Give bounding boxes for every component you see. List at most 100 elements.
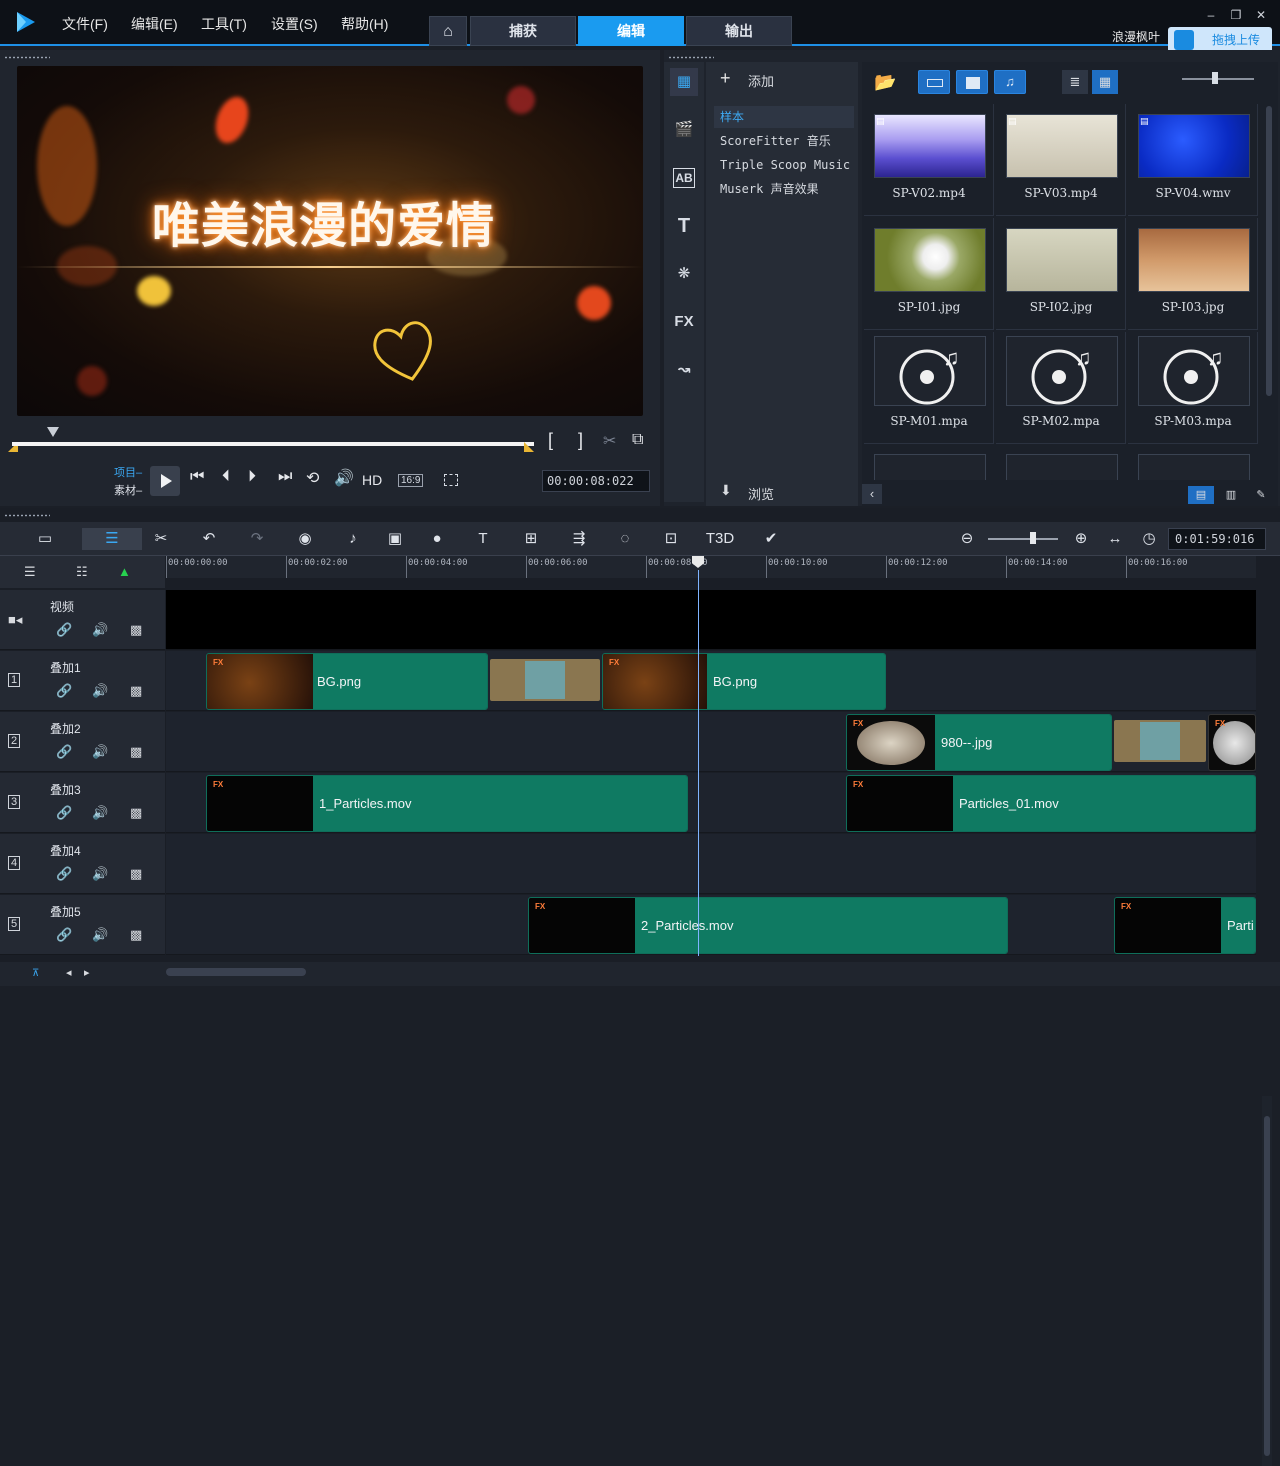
media-item[interactable]: ♫ SP-M03.mpa [1128, 332, 1258, 444]
media-item[interactable]: SP-I02.jpg [996, 218, 1126, 330]
go-start-icon[interactable]: ⏮ [190, 468, 204, 486]
play-button[interactable] [150, 466, 180, 496]
multi-camera-icon[interactable]: ✔ [758, 528, 784, 550]
speed-icon[interactable]: ⇶ [566, 528, 592, 550]
mark-in-button[interactable]: [ [548, 430, 553, 451]
hd-button[interactable]: HD [362, 472, 382, 488]
add-folder-button[interactable]: + 添加 [720, 68, 840, 92]
transition-clip[interactable] [490, 659, 600, 701]
category-item[interactable]: Triple Scoop Music [714, 154, 854, 176]
library-view-icon[interactable]: ▤ [1188, 486, 1214, 504]
restore-icon[interactable]: ❐ [1229, 8, 1243, 22]
track-header[interactable]: 1 叠加1 🔗 🔊 ▩ [0, 651, 165, 711]
media-item[interactable]: ▤ SP-V04.wmv [1128, 104, 1258, 216]
title-editor-icon[interactable]: T [470, 528, 496, 550]
clip[interactable]: FX BG.png [602, 653, 886, 710]
scrub-bar[interactable] [12, 442, 534, 446]
playhead-marker[interactable] [47, 427, 59, 437]
media-item[interactable]: SP-I03.jpg [1128, 218, 1258, 330]
media-item-partial[interactable] [1006, 454, 1118, 480]
media-item[interactable]: ♫ SP-M01.mpa [864, 332, 994, 444]
track-header[interactable]: 2 叠加2 🔗 🔊 ▩ [0, 712, 165, 772]
mute-icon[interactable]: 🔊 [92, 622, 108, 638]
zoom-in-icon[interactable]: ⊕ [1068, 528, 1094, 550]
category-item[interactable]: ScoreFitter 音乐 [714, 130, 854, 152]
scroll-left-icon[interactable]: ◂ [66, 966, 72, 979]
track-header[interactable]: 3 叠加3 🔗 🔊 ▩ [0, 773, 165, 833]
transition-icon[interactable]: AB [673, 168, 695, 188]
timecode-field[interactable]: 00:00:08:022 [542, 470, 650, 492]
next-frame-icon[interactable]: ⏵ [248, 468, 256, 486]
split-screen-icon[interactable]: ⊞ [518, 528, 544, 550]
pan-zoom-icon[interactable]: ⊡ [658, 528, 684, 550]
mute-icon[interactable]: 🔊 [92, 744, 108, 760]
grid-icon[interactable]: ▩ [130, 866, 142, 882]
timeline-view-icon[interactable]: ☰ [82, 528, 142, 550]
timeline-vertical-scrollbar[interactable] [1262, 1096, 1272, 1466]
list-view-icon[interactable]: ≣ [1062, 70, 1088, 94]
mute-icon[interactable]: 🔊 [92, 683, 108, 699]
minimize-icon[interactable]: – [1204, 8, 1218, 22]
clip[interactable]: FX BG.png [206, 653, 488, 710]
storyboard-view-icon[interactable]: ▭ [32, 528, 58, 550]
tab-output[interactable]: 输出 [686, 16, 792, 46]
show-video-button[interactable] [918, 70, 950, 94]
zoom-handle[interactable] [1030, 532, 1036, 544]
grid-icon[interactable]: ▩ [130, 744, 142, 760]
edit-panel-icon[interactable]: ✎ [1248, 486, 1274, 504]
go-end-icon[interactable]: ⏭ [278, 468, 292, 486]
motion-tracking-icon[interactable]: ▣ [382, 528, 408, 550]
media-item[interactable]: ♫ SP-M02.mpa [996, 332, 1126, 444]
track-lane[interactable]: FX 980--.jpg FX [166, 712, 1256, 772]
clip[interactable]: FX 980--.jpg [846, 714, 1112, 771]
undo-icon[interactable]: ↶ [196, 528, 222, 550]
category-item[interactable]: 样本 [714, 106, 854, 128]
user-name[interactable]: 浪漫枫叶 [1112, 28, 1160, 45]
mute-icon[interactable]: 🔊 [92, 805, 108, 821]
zoom-slider[interactable] [988, 538, 1058, 540]
thumb-size-slider[interactable] [1182, 78, 1254, 80]
mute-icon[interactable]: 🔊 [92, 866, 108, 882]
redo-icon[interactable]: ↷ [244, 528, 270, 550]
prev-frame-icon[interactable]: ⏴ [222, 468, 230, 486]
browse-button[interactable]: ⬇ 浏览 [720, 482, 840, 504]
link-icon[interactable]: 🔗 [56, 622, 72, 638]
fit-project-icon[interactable]: ↔ [1102, 528, 1128, 550]
graphics-icon[interactable]: ❋ [670, 260, 698, 288]
grid-view-icon[interactable]: ▦ [1092, 70, 1118, 94]
toolbox-icon[interactable]: ✂ [148, 528, 174, 550]
close-icon[interactable]: ✕ [1254, 8, 1268, 22]
track-header[interactable]: ■◂ 视频 🔗 🔊 ▩ [0, 590, 165, 650]
enlarge-icon[interactable]: ⧉ [632, 431, 643, 449]
scroll-mode-icon[interactable]: ⊼ [32, 968, 39, 979]
scroll-right-icon[interactable]: ▸ [84, 966, 90, 979]
grid-icon[interactable]: ▩ [130, 683, 142, 699]
media-item[interactable]: ▤ SP-V02.mp4 [864, 104, 994, 216]
panel-grip[interactable] [4, 514, 50, 517]
timeline-horizontal-scrollbar[interactable] [166, 968, 306, 976]
clip[interactable]: FX Parti [1114, 897, 1256, 954]
clip[interactable]: FX 2_Particles.mov [528, 897, 1008, 954]
tab-capture[interactable]: 捕获 [470, 16, 576, 46]
3d-title-icon[interactable]: T3D [704, 528, 736, 550]
media-item[interactable]: SP-I01.jpg [864, 218, 994, 330]
time-ruler[interactable]: 00:00:00:00 00:00:02:00 00:00:04:00 00:0… [166, 556, 1256, 578]
show-audio-button[interactable]: ♫ [994, 70, 1026, 94]
repeat-icon[interactable]: ⟲ [306, 468, 319, 488]
mute-icon[interactable]: 🔊 [92, 927, 108, 943]
grid-icon[interactable]: ▩ [130, 622, 142, 638]
instant-project-icon[interactable]: 🎬 [670, 116, 698, 144]
safe-area-icon[interactable] [444, 474, 458, 486]
track-lane[interactable] [166, 590, 1256, 650]
track-lane[interactable] [166, 834, 1256, 894]
collapse-left-icon[interactable]: ‹ [862, 484, 882, 504]
track-lane[interactable]: FX 2_Particles.mov FX Parti [166, 895, 1256, 955]
grid-icon[interactable]: ▩ [130, 927, 142, 943]
track-header[interactable]: 4 叠加4 🔗 🔊 ▩ [0, 834, 165, 894]
path-icon[interactable]: ↝ [670, 356, 698, 384]
track-header[interactable]: 5 叠加5 🔗 🔊 ▩ [0, 895, 165, 955]
clip[interactable]: FX [1208, 714, 1256, 771]
track-lane[interactable]: FX 1_Particles.mov FX Particles_01.mov [166, 773, 1256, 833]
project-mode-label[interactable]: 项目– [114, 464, 142, 480]
link-icon[interactable]: 🔗 [56, 927, 72, 943]
